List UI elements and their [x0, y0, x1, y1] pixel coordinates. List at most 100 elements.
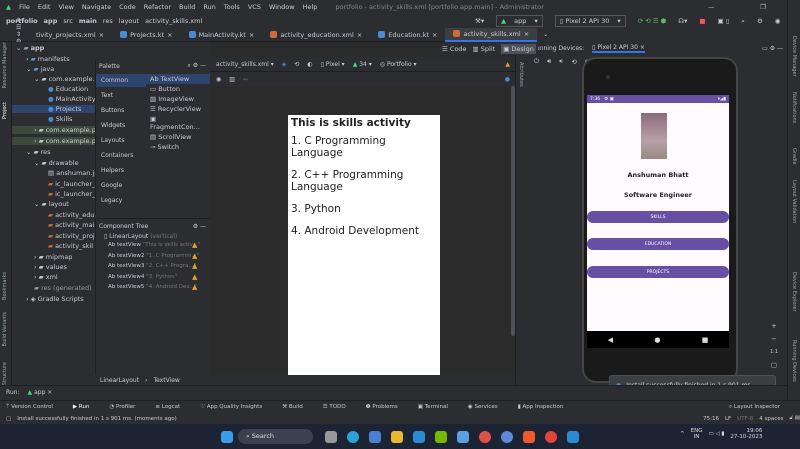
tree-item[interactable]: ▰ ic_launcher_: [48, 180, 95, 188]
category-widgets[interactable]: Widgets: [96, 119, 146, 132]
device-select[interactable]: ▯ Pixel 2 API 30 ▾: [554, 15, 626, 27]
tree-item[interactable]: ● Education: [48, 85, 88, 93]
tab-projects-kt[interactable]: Projects.kt ×: [112, 28, 180, 42]
volume-up-icon[interactable]: 🔊︎: [547, 57, 551, 66]
attributes-tab[interactable]: Attributes: [518, 62, 524, 87]
menu-code[interactable]: Code: [119, 3, 136, 11]
running-devices-tab[interactable]: Running Devices: [791, 340, 797, 382]
crumb-src[interactable]: src: [63, 17, 73, 25]
education-button[interactable]: EDUCATION: [587, 238, 729, 250]
menu-build[interactable]: Build: [179, 3, 195, 11]
run-app-tab[interactable]: ▲ app ×: [28, 389, 53, 396]
preview-item[interactable]: 3. Python: [291, 203, 437, 215]
stop-icon[interactable]: ■: [699, 17, 705, 25]
search-icon[interactable]: ⌕: [741, 17, 745, 26]
menu-tools[interactable]: Tools: [224, 3, 240, 11]
widget-fragment[interactable]: ▣ FragmentCon...: [146, 114, 211, 132]
edge-icon[interactable]: [347, 430, 359, 443]
crumb-file[interactable]: activity_skills.xml: [145, 17, 202, 25]
projects-button[interactable]: PROJECTS: [587, 266, 729, 278]
night-mode-icon[interactable]: ◐: [307, 61, 312, 68]
project-tab[interactable]: Project: [2, 102, 8, 119]
device-explorer-tab[interactable]: Device Explorer: [791, 272, 797, 312]
cursor-position[interactable]: 75:16: [703, 416, 719, 422]
widget-textview[interactable]: Ab TextView: [146, 74, 211, 84]
status-icon[interactable]: ▢: [6, 416, 11, 422]
tool-app-inspection[interactable]: ▮ App Inspection: [518, 404, 574, 410]
debug-icon[interactable]: ☊▾: [678, 17, 687, 25]
color-app-icon[interactable]: [479, 430, 491, 443]
device-manager-tab[interactable]: Device Manager: [791, 36, 797, 77]
tab-activity-education[interactable]: activity_education.xml ×: [262, 28, 370, 42]
menu-run[interactable]: Run: [203, 3, 215, 11]
tree-item[interactable]: ⌄ ▰ app: [16, 44, 44, 52]
notifications-tab[interactable]: Notifications: [791, 92, 797, 123]
category-google[interactable]: Google: [96, 179, 146, 192]
category-helpers[interactable]: Helpers: [96, 164, 146, 177]
tool-app-quality[interactable]: ♡ App Quality Insights: [200, 404, 272, 410]
blueprint-icon[interactable]: ▥: [229, 76, 235, 83]
tree-item[interactable]: › ▰ com.example.p: [12, 126, 96, 134]
pan-icon[interactable]: ↔: [243, 76, 248, 83]
zoom-in-button[interactable]: +: [768, 320, 780, 333]
tab-activity-projects[interactable]: tivity_projects.xml ×: [28, 28, 112, 42]
line-separator[interactable]: LF: [725, 416, 731, 422]
skills-button[interactable]: SKILLS: [587, 211, 729, 223]
preview-title[interactable]: This is skills activity: [291, 117, 437, 129]
lock-icon[interactable]: 🔓︎ ▤: [789, 415, 800, 422]
menu-file[interactable]: File: [19, 3, 30, 11]
tree-item[interactable]: ▰ ic_launcher_: [48, 190, 95, 198]
tool-todo[interactable]: ☰ TODO: [323, 404, 356, 410]
zoom-actual-button[interactable]: 1:1: [768, 346, 780, 359]
widget-scrollview[interactable]: ▤ ScrollView: [146, 132, 211, 142]
menu-help[interactable]: Help: [303, 3, 318, 11]
widget-imageview[interactable]: ▨ ImageView: [146, 94, 211, 104]
explorer-icon[interactable]: [391, 430, 403, 443]
device-select[interactable]: ▯ Pixel ▾: [321, 61, 345, 68]
l-app-icon[interactable]: [413, 430, 425, 443]
tree-item[interactable]: ▰ activity_skil: [48, 242, 93, 250]
crumb-textview[interactable]: TextView: [153, 377, 179, 384]
tree-item[interactable]: › ▰ mipmap: [34, 253, 72, 261]
start-icon[interactable]: [221, 430, 233, 443]
component-tree-tools[interactable]: ⚙ —: [193, 223, 206, 230]
tree-item[interactable]: ⌄ ▰ drawable: [34, 159, 79, 167]
nav-recents-icon[interactable]: ■: [702, 336, 709, 344]
tool-problems[interactable]: ❶ Problems: [366, 404, 408, 410]
tree-root[interactable]: ▯ LinearLayout (vertical): [96, 233, 210, 240]
tree-item[interactable]: ⌄ ▰ res: [26, 148, 51, 156]
vscode-icon[interactable]: [567, 430, 579, 443]
menu-window[interactable]: Window: [269, 3, 295, 11]
bookmarks-tab[interactable]: Bookmarks: [2, 272, 8, 300]
build-variants-tab[interactable]: Build Variants: [2, 312, 8, 346]
tree-item[interactable]: ▰ res (generated): [34, 284, 92, 292]
taskbar-search[interactable]: ⌕ Search: [238, 429, 313, 444]
device-tab[interactable]: ▯ Pixel 2 API 30 ×: [592, 44, 645, 53]
resource-manager-tab[interactable]: Resource Manager: [2, 42, 8, 88]
network-volume-battery-icons[interactable]: ▭ ◁ ▮: [708, 431, 724, 437]
crumb-app[interactable]: app: [44, 17, 58, 25]
minimize-button[interactable]: —: [708, 3, 715, 11]
split-mode-button[interactable]: ▥ Split: [473, 45, 496, 53]
menu-navigate[interactable]: Navigate: [82, 3, 111, 11]
tool-version-control[interactable]: ᛘ Version Control: [6, 404, 63, 410]
zoom-fit-button[interactable]: ▢: [768, 359, 780, 372]
settings-icon[interactable]: ⚙: [757, 17, 763, 25]
preview-item[interactable]: 4. Android Development: [291, 225, 437, 237]
tool-logcat[interactable]: ≡ Logcat: [155, 404, 190, 410]
gradle-tab[interactable]: Gradle: [791, 148, 797, 165]
tray-chevron-icon[interactable]: ^: [680, 431, 685, 437]
tool-run[interactable]: ▶ Run: [73, 404, 100, 410]
panel-tools[interactable]: ▭ ⚙ —: [762, 45, 783, 52]
view-options-icon[interactable]: ◉: [216, 76, 221, 83]
tool-profiler[interactable]: ◔ Profiler: [109, 404, 145, 410]
api-select[interactable]: ▲ 34 ▾: [353, 61, 372, 68]
menu-vcs[interactable]: VCS: [248, 3, 261, 11]
tool-layout-inspector[interactable]: ⌕ Layout Inspector: [729, 404, 790, 411]
tree-item[interactable]: ⌄ ▰ com.example.p: [34, 75, 99, 83]
design-surface-icon[interactable]: ◈: [282, 61, 287, 68]
menu-edit[interactable]: Edit: [38, 3, 51, 11]
apply-changes-icon[interactable]: ⟳ ⟲ ☰ ⬢: [638, 17, 667, 25]
task-view-icon[interactable]: [325, 430, 337, 443]
structure-tab[interactable]: Structure: [2, 362, 8, 385]
